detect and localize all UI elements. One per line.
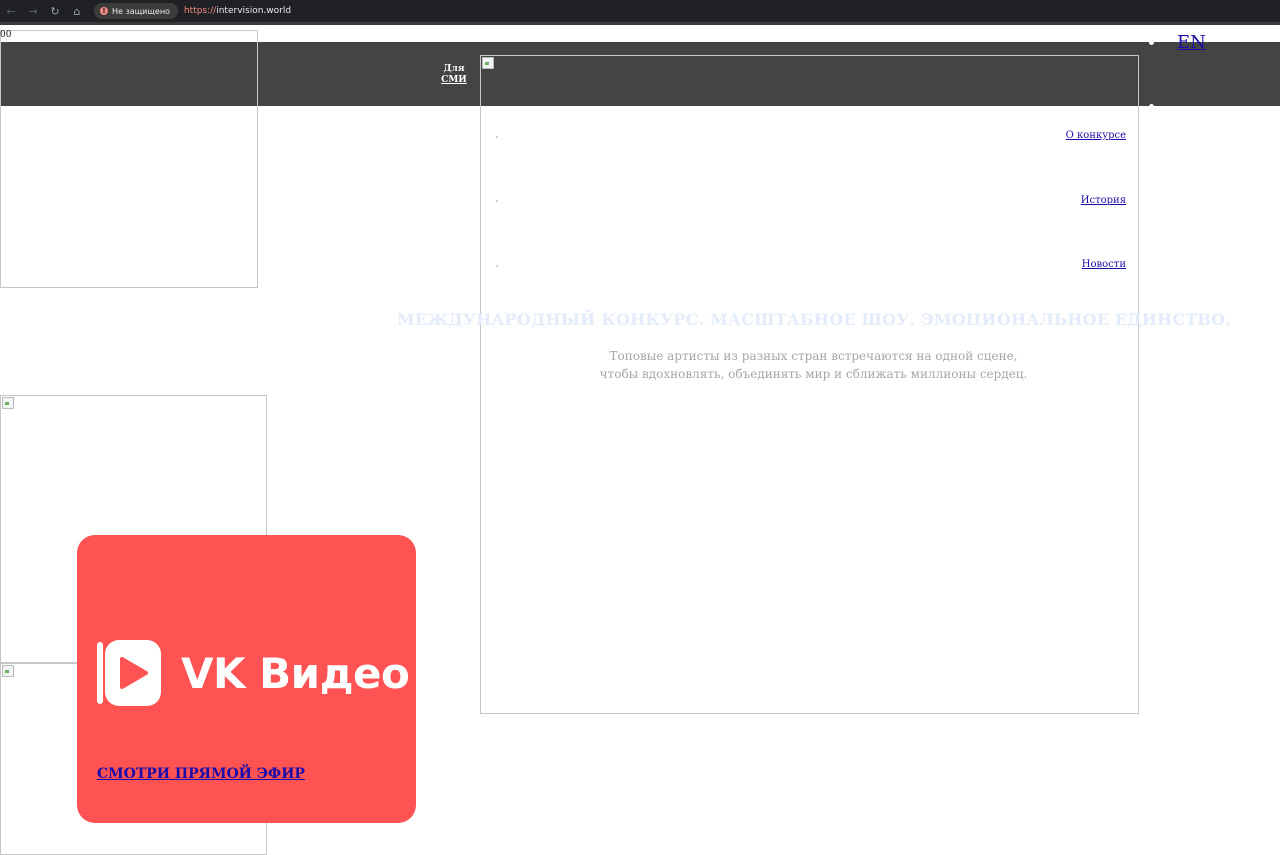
press-link-line1: Для (443, 64, 465, 74)
hero-title: МЕЖДУНАРОДНЫЙ КОНКУРС. МАСШТАБНОЕ ШОУ. Э… (396, 310, 1232, 329)
security-badge[interactable]: ! Не защищено (94, 3, 178, 19)
bullet-icon (1149, 40, 1154, 45)
logo-image[interactable] (0, 30, 258, 288)
menu-bullet-icon (496, 136, 498, 138)
menu-link-news[interactable]: Новости (1082, 259, 1126, 270)
toolbar-divider (0, 22, 1280, 25)
vk-video-wordmark: VK Видео (181, 649, 410, 698)
language-en-link[interactable]: EN (1177, 32, 1206, 53)
press-link[interactable]: Для СМИ (438, 64, 470, 86)
address-bar[interactable]: https://intervision.world (184, 6, 291, 16)
security-label: Не защищено (112, 6, 170, 16)
vk-video-play-icon (97, 640, 161, 706)
broken-image-icon (2, 397, 14, 409)
hero-subtitle-line1: Топовые артисты из разных стран встречаю… (609, 349, 1018, 363)
warning-icon: ! (100, 7, 108, 15)
press-link-line2: СМИ (441, 75, 467, 85)
watch-live-link[interactable]: СМОТРИ ПРЯМОЙ ЭФИР (97, 766, 305, 782)
hero-subtitle-line2: чтобы вдохновлять, объединять мир и сбли… (599, 367, 1028, 381)
forward-icon[interactable]: → (22, 5, 44, 18)
menu-link-history[interactable]: История (1081, 195, 1126, 206)
broken-image-icon (2, 665, 14, 677)
reload-icon[interactable]: ↻ (44, 5, 66, 18)
hero-image (480, 55, 1139, 714)
back-icon[interactable]: ← (0, 5, 22, 18)
menu-bullet-icon (496, 200, 498, 202)
url-host: intervision.world (216, 6, 292, 16)
logo-alt-text: 00 (0, 30, 12, 40)
url-protocol: https:// (183, 6, 217, 16)
menu-bullet-icon (496, 265, 498, 267)
menu-link-about[interactable]: О конкурсе (1066, 130, 1126, 141)
vk-video-promo-card[interactable]: VK Видео СМОТРИ ПРЯМОЙ ЭФИР (77, 535, 416, 823)
home-icon[interactable]: ⌂ (66, 5, 88, 18)
browser-toolbar: ← → ↻ ⌂ ! Не защищено https://intervisio… (0, 0, 1280, 22)
bullet-icon (1149, 104, 1154, 109)
broken-image-icon (482, 57, 494, 69)
